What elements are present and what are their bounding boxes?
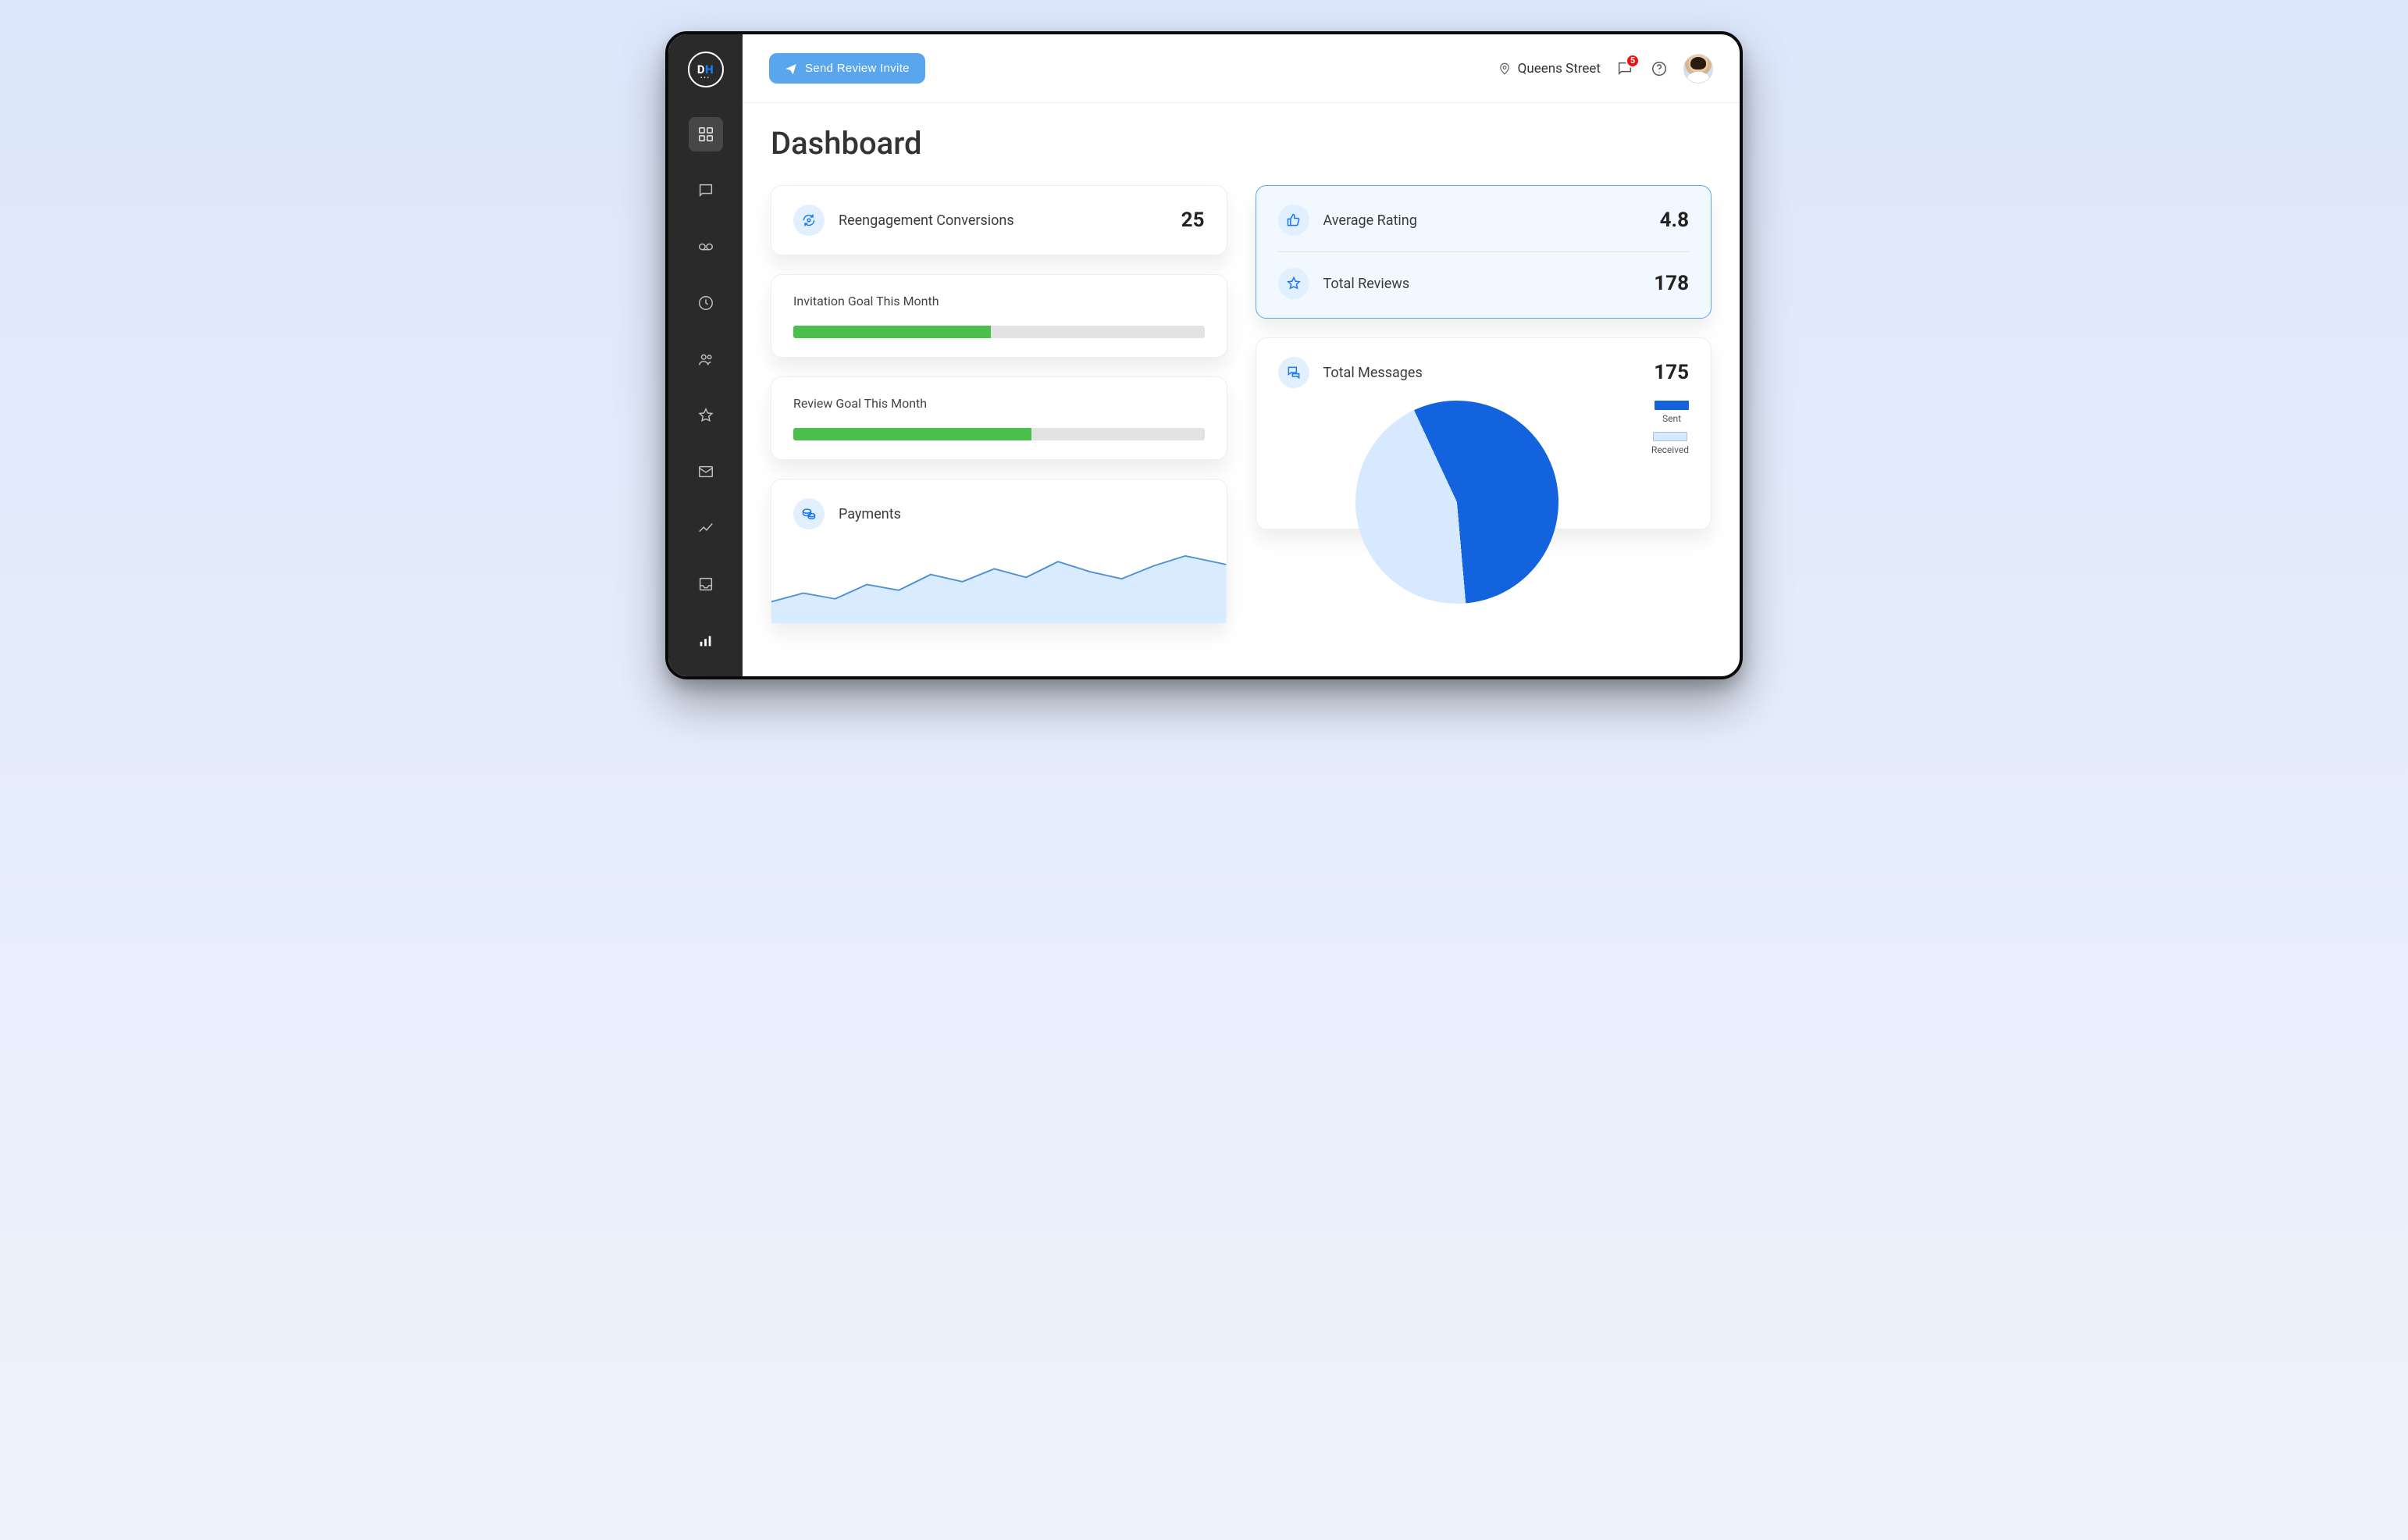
notification-badge: 5	[1626, 54, 1640, 68]
star-icon	[697, 407, 714, 424]
reengagement-label: Reengagement Conversions	[839, 212, 1167, 229]
sidebar-item-analytics[interactable]	[689, 511, 723, 545]
invitation-goal-bar	[793, 326, 991, 338]
card-payments: Payments	[771, 479, 1227, 624]
sidebar-item-reports[interactable]	[689, 623, 723, 658]
payments-chart	[771, 537, 1227, 623]
payments-label: Payments	[839, 506, 1205, 522]
brand-logo-dots: •••	[700, 75, 711, 81]
reviews-value: 178	[1654, 272, 1689, 295]
bars-icon	[697, 632, 714, 649]
sidebar-item-voicemail[interactable]	[689, 230, 723, 264]
card-invitation-goal: Invitation Goal This Month	[771, 274, 1227, 358]
sidebar-item-history[interactable]	[689, 286, 723, 320]
topbar: Send Review Invite Queens Street 5	[743, 34, 1740, 103]
reviews-label: Total Reviews	[1323, 276, 1640, 292]
grid-icon	[697, 126, 714, 143]
legend-sent-label: Sent	[1662, 413, 1681, 424]
users-icon	[697, 351, 714, 368]
user-avatar[interactable]	[1683, 54, 1713, 84]
send-review-invite-button[interactable]: Send Review Invite	[769, 53, 925, 84]
content: Dashboard Reengagement Conversions 25	[743, 103, 1740, 676]
mail-icon	[697, 463, 714, 480]
messages-pie-chart	[1322, 367, 1592, 637]
sidebar-item-messages[interactable]	[689, 173, 723, 208]
star-outline-icon	[1286, 276, 1302, 291]
tray-icon	[697, 576, 714, 593]
brand-logo: DH •••	[688, 52, 724, 87]
legend-sent-swatch	[1655, 401, 1689, 410]
send-review-invite-label: Send Review Invite	[805, 62, 910, 75]
card-total-messages: Total Messages 175 Sent	[1256, 337, 1712, 529]
reviews-icon-badge	[1278, 268, 1309, 299]
help-icon	[1651, 60, 1668, 77]
legend-received-label: Received	[1651, 444, 1689, 455]
location-pin-icon	[1498, 62, 1512, 76]
rating-icon-badge	[1278, 205, 1309, 236]
clock-icon	[697, 294, 714, 312]
refresh-user-icon	[801, 212, 817, 228]
sidebar-item-inbox[interactable]	[689, 455, 723, 489]
payments-sparkline-icon	[771, 537, 1227, 623]
main-area: Send Review Invite Queens Street 5 Dashb…	[743, 34, 1740, 676]
messages-icon-badge	[1278, 357, 1309, 388]
payments-icon-badge	[793, 498, 825, 529]
reengagement-value: 25	[1181, 209, 1205, 232]
location-name: Queens Street	[1518, 61, 1601, 77]
card-reviews-summary: Average Rating 4.8 Total Reviews 178	[1256, 185, 1712, 319]
review-goal-bar	[793, 428, 1031, 440]
location-selector[interactable]: Queens Street	[1498, 61, 1601, 77]
invitation-goal-title: Invitation Goal This Month	[793, 294, 1205, 308]
divider	[1278, 251, 1690, 252]
left-column: Reengagement Conversions 25 Invitation G…	[771, 185, 1227, 624]
messages-value: 175	[1654, 361, 1689, 384]
dashboard-grid: Reengagement Conversions 25 Invitation G…	[771, 185, 1712, 624]
trend-icon	[697, 519, 714, 537]
messages-pie-wrap	[1278, 401, 1636, 510]
sidebar-item-tray[interactable]	[689, 567, 723, 601]
voicemail-icon	[697, 238, 714, 255]
app-frame: DH •••	[665, 31, 1743, 679]
rating-value: 4.8	[1660, 209, 1689, 232]
messages-legend: Sent Received	[1651, 401, 1689, 455]
legend-received-swatch	[1653, 432, 1687, 441]
rating-label: Average Rating	[1323, 212, 1646, 229]
paper-plane-icon	[785, 62, 797, 75]
sidebar-item-reviews[interactable]	[689, 398, 723, 433]
coins-icon	[801, 506, 817, 522]
sidebar-item-dashboard[interactable]	[689, 117, 723, 152]
messages-label: Total Messages	[1323, 365, 1640, 381]
invitation-goal-progress	[793, 326, 1205, 338]
legend-sent: Sent	[1655, 401, 1689, 424]
help-button[interactable]	[1649, 59, 1669, 79]
conversation-icon	[1286, 365, 1302, 380]
chat-icon	[697, 182, 714, 199]
sidebar-item-contacts[interactable]	[689, 342, 723, 376]
legend-received: Received	[1651, 432, 1689, 455]
card-reengagement: Reengagement Conversions 25	[771, 185, 1227, 255]
card-review-goal: Review Goal This Month	[771, 376, 1227, 460]
thumbs-up-icon	[1286, 212, 1302, 228]
review-goal-progress	[793, 428, 1205, 440]
review-goal-title: Review Goal This Month	[793, 396, 1205, 411]
sidebar: DH •••	[668, 34, 743, 676]
right-column: Average Rating 4.8 Total Reviews 178	[1256, 185, 1712, 529]
page-title: Dashboard	[771, 125, 1712, 162]
reengagement-icon-badge	[793, 205, 825, 236]
notifications-button[interactable]: 5	[1615, 59, 1635, 79]
